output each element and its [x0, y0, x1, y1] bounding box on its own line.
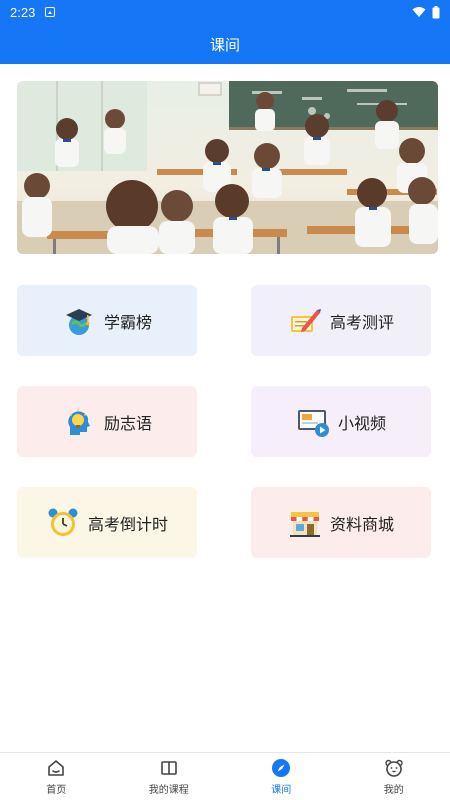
classroom-banner-image[interactable] [17, 81, 438, 254]
app-bar: 课间 [0, 24, 450, 64]
tab-my-courses[interactable]: 我的课程 [113, 753, 226, 800]
notification-icon [45, 7, 56, 17]
shop-icon [288, 506, 322, 540]
tab-label: 首页 [46, 785, 67, 796]
tab-label: 我的 [383, 785, 404, 796]
video-play-icon [296, 405, 330, 439]
tab-mine[interactable]: 我的 [338, 753, 450, 800]
card-label: 小视频 [337, 413, 386, 433]
page-title: 课间 [209, 35, 240, 54]
card-ziliao-shangcheng[interactable]: 资料商城 [251, 487, 431, 558]
tab-kejian[interactable]: 课间 [225, 753, 338, 800]
card-lizhiyu[interactable]: 励志语 [17, 386, 197, 457]
tab-home[interactable]: 首页 [0, 753, 113, 800]
battery-icon [432, 5, 440, 18]
card-xiaoshipin[interactable]: 小视频 [251, 386, 431, 457]
card-label: 资料商城 [329, 514, 394, 534]
book-icon [158, 757, 180, 779]
card-label: 励志语 [103, 413, 152, 433]
card-gaokao-daojishi[interactable]: 高考倒计时 [17, 487, 197, 558]
bottom-tab-bar: 首页 我的课程 课间 我的 [0, 752, 450, 800]
classroom-illustration [17, 81, 438, 254]
status-time: 2:23 [10, 4, 36, 20]
tab-label: 我的课程 [148, 785, 189, 796]
card-gaokao-ceping[interactable]: 高考测评 [251, 285, 431, 356]
tab-label: 课间 [271, 785, 292, 796]
wifi-icon [412, 7, 426, 17]
graduation-globe-icon [62, 304, 96, 338]
card-label: 高考倒计时 [87, 514, 168, 534]
card-label: 学霸榜 [103, 312, 152, 332]
alarm-clock-icon [46, 506, 80, 540]
pencil-notebook-icon [288, 304, 322, 338]
home-icon [45, 757, 67, 779]
card-xuebabang[interactable]: 学霸榜 [17, 285, 197, 356]
compass-icon [270, 757, 292, 779]
card-label: 高考测评 [329, 312, 394, 332]
bear-face-icon [383, 757, 405, 779]
status-icons [412, 5, 440, 19]
status-bar: 2:23 [0, 0, 450, 24]
lightbulb-head-icon [62, 405, 96, 439]
